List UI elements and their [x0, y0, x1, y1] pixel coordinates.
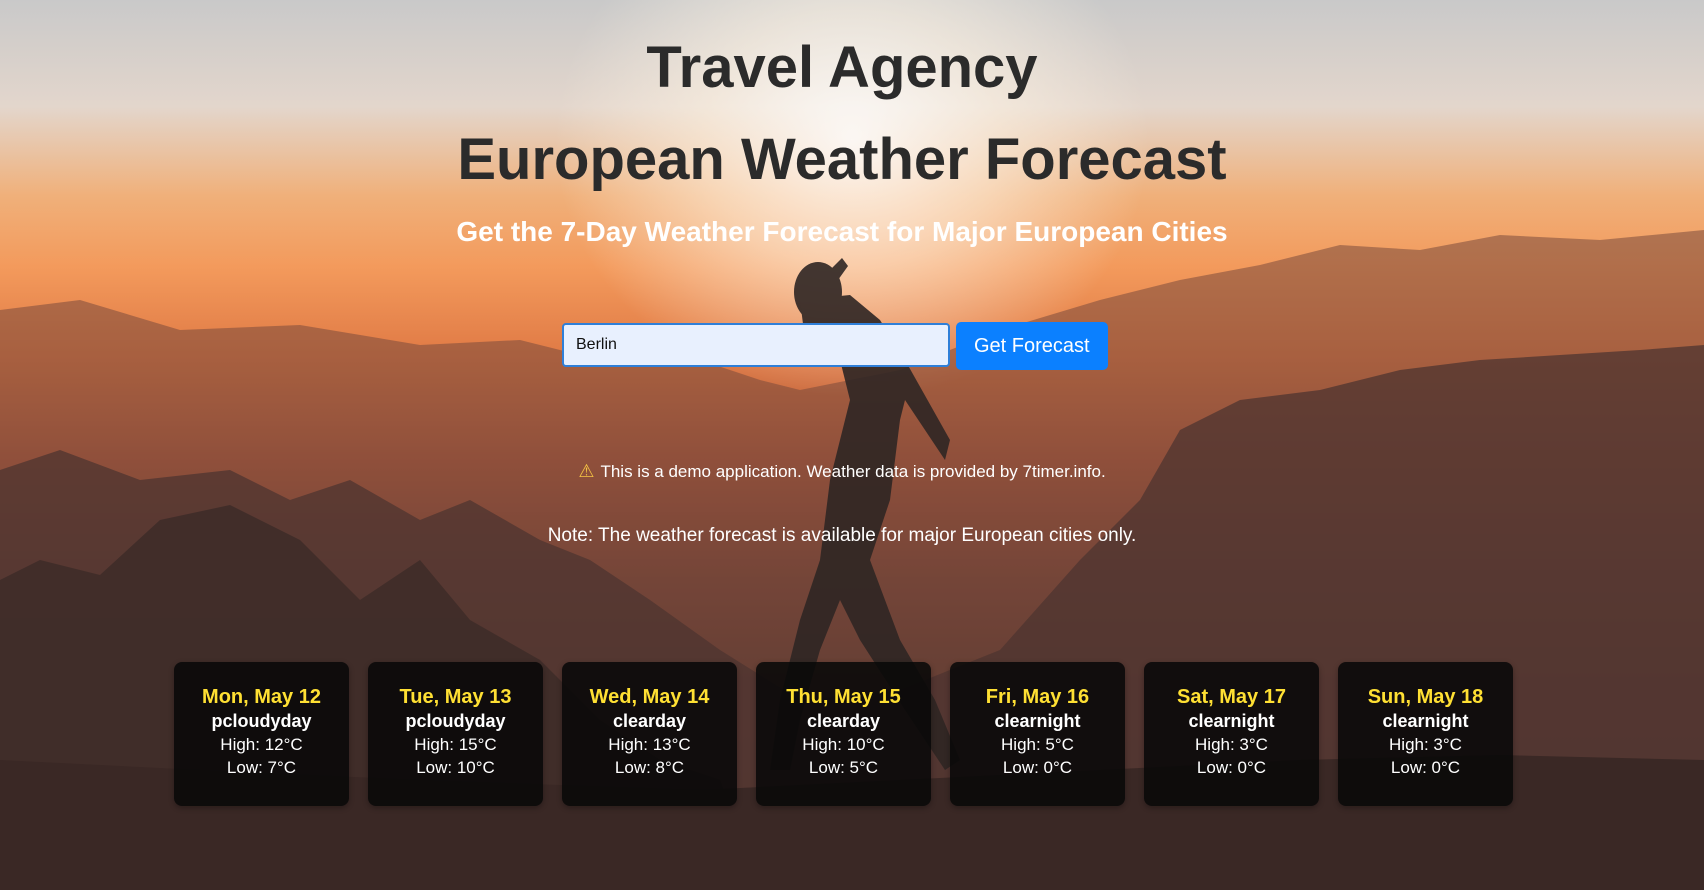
forecast-card: Fri, May 16 clearnight High: 5°C Low: 0°… [950, 662, 1125, 806]
forecast-low: Low: 0°C [1196, 758, 1267, 777]
forecast-card: Thu, May 15 clearday High: 10°C Low: 5°C [756, 662, 931, 806]
city-input[interactable] [562, 323, 950, 367]
forecast-high: High: 15°C [414, 735, 497, 754]
forecast-condition: clearday [612, 711, 687, 731]
forecast-card: Tue, May 13 pcloudyday High: 15°C Low: 1… [368, 662, 543, 806]
get-forecast-button[interactable]: Get Forecast [956, 322, 1108, 370]
forecast-condition: clearnight [1188, 711, 1275, 731]
forecast-card: Sun, May 18 clearnight High: 3°C Low: 0°… [1338, 662, 1513, 806]
forecast-low: Low: 7°C [226, 758, 297, 777]
main-content: Travel Agency European Weather Forecast … [0, 0, 1704, 890]
page-title: European Weather Forecast [457, 127, 1227, 192]
forecast-card: Sat, May 17 clearnight High: 3°C Low: 0°… [1144, 662, 1319, 806]
forecast-high: High: 3°C [1195, 735, 1268, 754]
forecast-card: Wed, May 14 clearday High: 13°C Low: 8°C [562, 662, 737, 806]
forecast-high: High: 5°C [1001, 735, 1074, 754]
forecast-condition: pcloudyday [405, 711, 506, 731]
agency-title: Travel Agency [646, 35, 1038, 100]
forecast-day: Sun, May 18 [1367, 686, 1484, 708]
forecast-condition: clearnight [994, 711, 1081, 731]
search-form: Get Forecast [562, 322, 1108, 370]
forecast-low: Low: 0°C [1002, 758, 1073, 777]
forecast-condition: clearnight [1382, 711, 1469, 731]
forecast-day: Mon, May 12 [202, 686, 321, 708]
forecast-condition: clearday [806, 711, 881, 731]
forecast-low: Low: 5°C [808, 758, 879, 777]
forecast-low: Low: 8°C [614, 758, 685, 777]
page-subtitle: Get the 7-Day Weather Forecast for Major… [456, 216, 1228, 247]
forecast-day: Fri, May 16 [985, 686, 1090, 708]
forecast-high: High: 10°C [802, 735, 885, 754]
forecast-card: Mon, May 12 pcloudyday High: 12°C Low: 7… [174, 662, 349, 806]
page: Travel Agency European Weather Forecast … [0, 0, 1704, 890]
forecast-day: Wed, May 14 [589, 686, 710, 708]
forecast-high: High: 13°C [608, 735, 691, 754]
forecast-cards: Mon, May 12 pcloudyday High: 12°C Low: 7… [174, 662, 1513, 806]
forecast-low: Low: 10°C [416, 758, 495, 777]
demo-disclaimer: ⚠ This is a demo application. Weather dat… [0, 461, 1684, 482]
disclaimer-text: This is a demo application. Weather data… [600, 462, 1106, 481]
forecast-high: High: 3°C [1389, 735, 1462, 754]
forecast-low: Low: 0°C [1390, 758, 1461, 777]
forecast-day: Tue, May 13 [399, 686, 512, 708]
availability-note: Note: The weather forecast is available … [547, 525, 1137, 546]
forecast-day: Sat, May 17 [1177, 686, 1286, 708]
forecast-condition: pcloudyday [211, 711, 312, 731]
forecast-day: Thu, May 15 [786, 686, 901, 708]
forecast-high: High: 12°C [220, 735, 303, 754]
warning-icon: ⚠ [578, 461, 595, 481]
